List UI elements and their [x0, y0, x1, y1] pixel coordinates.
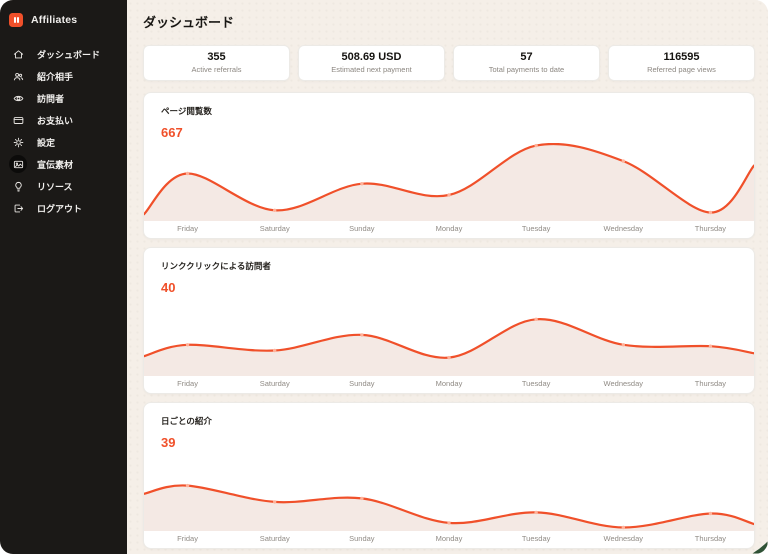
x-tick-label: Sunday [349, 534, 375, 543]
users-icon [9, 67, 27, 85]
eye-icon [9, 89, 27, 107]
x-tick-label: Friday [177, 224, 198, 233]
stat-value: 508.69 USD [341, 51, 402, 63]
chart-title: 日ごとの紹介 [161, 416, 212, 426]
cursor-artifact [752, 541, 768, 554]
sidebar-item-eye[interactable]: 訪問者 [0, 87, 127, 109]
sidebar-item-label: ダッシュボード [37, 49, 101, 60]
lightbulb-icon [9, 177, 27, 195]
main-content: ダッシュボード 355 Active referrals 508.69 USD … [127, 0, 768, 554]
stat-value: 116595 [663, 51, 700, 63]
area-chart [144, 298, 754, 376]
gear-icon [9, 133, 27, 151]
affiliates-logo-icon [9, 12, 23, 27]
chart-card: リンククリックによる訪問者 40 Friday Saturday Sunday Mon… [143, 247, 755, 394]
logout-icon [9, 199, 27, 217]
sidebar-item-label: 宣伝素材 [37, 159, 74, 170]
media-icon [9, 155, 27, 173]
sidebar-item-label: お支払い [37, 115, 74, 126]
chart-x-axis: Friday Saturday Sunday Monday Tuesday Wednesd… [144, 221, 754, 238]
page-title: ダッシュボード [143, 15, 235, 30]
stat-label: Active referrals [191, 65, 242, 74]
sidebar-item-label: リソース [37, 181, 73, 192]
sidebar-item-media[interactable]: 宣伝素材 [0, 153, 127, 175]
sidebar: Affiliates ダッシュボード 紹介相手 訪問者 お支払い 設定 宣伝素材… [0, 0, 127, 554]
sidebar-item-label: 設定 [37, 137, 56, 148]
x-tick-label: Tuesday [521, 224, 551, 233]
x-tick-label: Friday [177, 534, 198, 543]
chart-title: リンククリックによる訪問者 [161, 261, 271, 271]
stat-label: Total payments to date [488, 65, 565, 74]
chart-card: ページ閲覧数 667 Friday Saturday Sunday Monday Tue… [143, 92, 755, 239]
area-chart [144, 453, 754, 531]
x-tick-label: Thursday [694, 534, 727, 543]
x-tick-label: Sunday [349, 224, 375, 233]
x-tick-label: Monday [435, 224, 463, 233]
sidebar-item-logout[interactable]: ログアウト [0, 197, 127, 219]
app-window: Affiliates ダッシュボード 紹介相手 訪問者 お支払い 設定 宣伝素材… [0, 0, 768, 554]
x-tick-label: Wednesday [603, 224, 644, 233]
x-tick-label: Saturday [259, 379, 290, 388]
chart-current-value: 667 [161, 125, 183, 140]
x-tick-label: Tuesday [521, 379, 551, 388]
x-tick-label: Monday [435, 534, 463, 543]
stat-label: Estimated next payment [331, 65, 412, 74]
x-tick-label: Sunday [349, 379, 375, 388]
charts-section: ページ閲覧数 667 Friday Saturday Sunday Monday Tue… [143, 92, 755, 549]
home-icon [9, 45, 27, 63]
chart-current-value: 40 [161, 280, 176, 295]
stat-card: 508.69 USD Estimated next payment [298, 45, 445, 81]
x-tick-label: Wednesday [603, 379, 644, 388]
sidebar-nav: ダッシュボード 紹介相手 訪問者 お支払い 設定 宣伝素材 リソース ログアウト [0, 43, 127, 219]
stat-card: 116595 Referred page views [608, 45, 755, 81]
stat-value: 355 [207, 51, 226, 63]
sidebar-item-gear[interactable]: 設定 [0, 131, 127, 153]
area-chart [144, 143, 754, 221]
sidebar-item-home[interactable]: ダッシュボード [0, 43, 127, 65]
app-title: Affiliates [31, 13, 78, 26]
sidebar-item-lightbulb[interactable]: リソース [0, 175, 127, 197]
x-tick-label: Thursday [694, 224, 727, 233]
sidebar-item-label: 紹介相手 [37, 71, 74, 82]
stat-card: 355 Active referrals [143, 45, 290, 81]
chart-current-value: 39 [161, 435, 176, 450]
sidebar-item-card[interactable]: お支払い [0, 109, 127, 131]
x-tick-label: Saturday [259, 534, 290, 543]
x-tick-label: Friday [177, 379, 198, 388]
chart-x-axis: Friday Saturday Sunday Monday Tuesday Wednesd… [144, 531, 754, 548]
x-tick-label: Wednesday [603, 534, 644, 543]
stat-value: 57 [520, 51, 533, 63]
app-logo: Affiliates [0, 12, 127, 27]
x-tick-label: Thursday [694, 379, 727, 388]
card-icon [9, 111, 27, 129]
x-tick-label: Saturday [259, 224, 290, 233]
sidebar-item-users[interactable]: 紹介相手 [0, 65, 127, 87]
x-tick-label: Tuesday [521, 534, 551, 543]
stat-card: 57 Total payments to date [453, 45, 600, 81]
sidebar-item-label: ログアウト [37, 203, 83, 214]
stat-label: Referred page views [647, 65, 716, 74]
stats-row: 355 Active referrals 508.69 USD Estimate… [143, 45, 755, 81]
x-tick-label: Monday [435, 379, 463, 388]
chart-title: ページ閲覧数 [161, 106, 212, 116]
sidebar-item-label: 訪問者 [37, 93, 65, 104]
chart-x-axis: Friday Saturday Sunday Monday Tuesday Wednesd… [144, 376, 754, 393]
chart-card: 日ごとの紹介 39 Friday Saturday Sunday Monday Tues… [143, 402, 755, 549]
